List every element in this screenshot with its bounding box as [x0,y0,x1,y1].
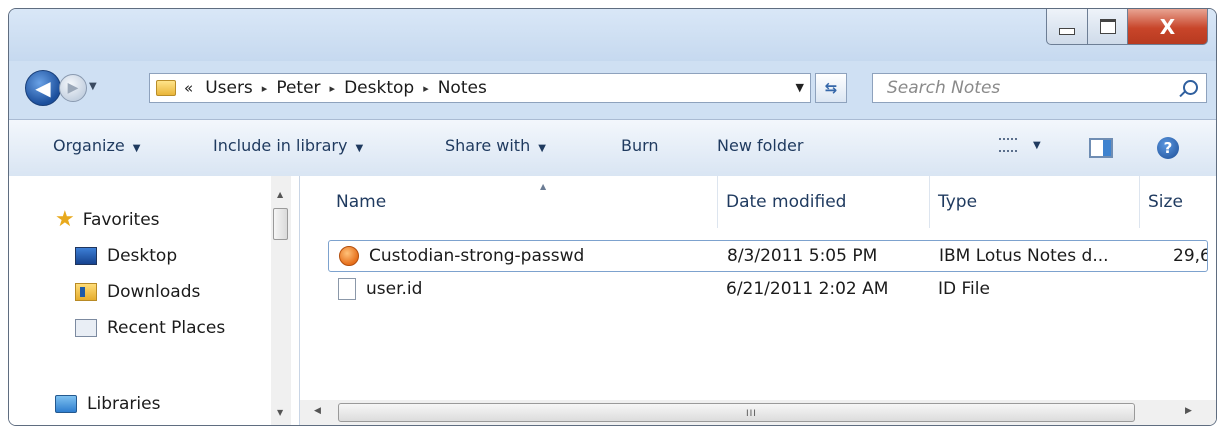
title-bar[interactable]: X [9,9,1216,61]
close-button[interactable]: X [1128,9,1208,45]
sidebar-item-label: Downloads [107,282,201,302]
navigation-bar: ◀ ▶ ▼ « Users ▸ Peter ▸ Desktop ▸ Notes … [9,67,1216,107]
help-icon[interactable]: ? [1157,137,1179,159]
generic-file-icon [338,278,356,300]
column-header-type[interactable]: Type [930,176,1140,228]
search-box[interactable] [872,73,1207,103]
file-size: 29,6 [1173,246,1207,266]
file-name-cell: user.id [338,274,718,304]
organize-label: Organize [53,136,125,155]
dropdown-caret-icon: ▼ [132,143,141,154]
back-button[interactable]: ◀ [25,70,61,106]
breadcrumb-notes[interactable]: Notes [438,78,487,98]
column-header-label: Type [938,192,978,212]
sidebar-item-recent-places[interactable]: Recent Places [75,318,225,338]
file-name: Custodian-strong-passwd [369,246,585,266]
scrollbar-thumb[interactable]: III [338,403,1135,422]
recent-places-icon [75,319,97,337]
sidebar-item-label: Desktop [107,246,178,266]
refresh-icon: ⇆ [824,79,838,97]
column-header-name[interactable]: Name ▲ [328,176,718,228]
refresh-button[interactable]: ⇆ [815,73,847,103]
close-icon: X [1159,14,1176,39]
libraries-icon [55,395,77,413]
command-bar: Organize ▼ Include in library ▼ Share with… [9,119,1216,177]
include-in-library-label: Include in library [213,136,348,155]
breadcrumb-separator-icon[interactable]: ▸ [262,82,268,95]
maximize-icon [1099,19,1116,34]
search-icon[interactable] [1183,80,1198,95]
sidebar-item-downloads[interactable]: Downloads [75,282,200,302]
forward-arrow-icon: ▶ [67,80,79,96]
sidebar-item-label: Libraries [87,394,161,414]
lotus-notes-database-icon [339,246,359,266]
share-with-button[interactable]: Share with ▼ [445,136,546,155]
file-date-modified: 8/3/2011 5:05 PM [727,246,878,266]
scroll-up-arrow-icon[interactable]: ▲ [277,190,283,199]
include-in-library-button[interactable]: Include in library ▼ [213,136,363,155]
new-folder-button[interactable]: New folder [717,136,803,155]
file-type: IBM Lotus Notes d... [939,246,1109,266]
organize-button[interactable]: Organize ▼ [53,136,140,155]
scroll-left-arrow-icon[interactable]: ◀ [314,406,321,416]
sidebar-item-libraries[interactable]: Libraries [55,394,160,414]
sidebar-item-label: Favorites [82,210,160,230]
forward-button[interactable]: ▶ [59,74,87,102]
scroll-right-arrow-icon[interactable]: ▶ [1185,406,1192,416]
navigation-pane: ★ Favorites Desktop Downloads Recent Pla… [9,176,300,425]
breadcrumb-separator-icon[interactable]: ▸ [330,82,336,95]
star-icon: ★ [55,207,75,232]
file-name: user.id [366,279,423,299]
sort-ascending-icon: ▲ [540,182,547,191]
share-with-label: Share with [445,136,531,155]
recent-pages-dropdown[interactable]: ▼ [89,81,97,92]
breadcrumb-peter[interactable]: Peter [276,78,320,98]
burn-button[interactable]: Burn [621,136,659,155]
window-controls: X [1046,9,1208,45]
breadcrumb-desktop[interactable]: Desktop [344,78,414,98]
sidebar-item-desktop[interactable]: Desktop [75,246,177,266]
maximize-button[interactable] [1088,9,1128,45]
scroll-down-arrow-icon[interactable]: ▼ [277,408,283,417]
file-size [1172,274,1206,304]
column-header-date-modified[interactable]: Date modified [718,176,930,228]
scrollbar-grip: III [746,409,757,419]
downloads-icon [75,283,97,301]
breadcrumb-users[interactable]: Users [205,78,253,98]
search-input[interactable] [885,77,1169,99]
file-type: ID File [938,279,990,299]
dropdown-caret-icon: ▼ [1033,139,1041,151]
minimize-icon [1059,28,1075,35]
column-header-size[interactable]: Size [1140,176,1216,228]
dropdown-caret-icon: ▼ [538,143,546,154]
file-list-pane: Name ▲ Date modified Type Size Custodian… [300,176,1216,425]
change-view-button[interactable]: ▼ [999,138,1041,152]
breadcrumb-separator-icon[interactable]: ▸ [423,82,429,95]
desktop-icon [75,247,97,265]
sidebar-item-label: Recent Places [107,318,226,338]
explorer-window: X ◀ ▶ ▼ « Users ▸ Peter ▸ Desktop ▸ Note… [8,8,1217,426]
column-header-label: Date modified [726,192,847,212]
minimize-button[interactable] [1046,9,1088,45]
file-row[interactable]: Custodian-strong-passwd 8/3/2011 5:05 PM… [328,240,1208,272]
horizontal-scrollbar[interactable]: ◀ III ▶ [300,400,1216,425]
column-header-label: Name [336,192,387,212]
dropdown-caret-icon: ▼ [355,143,364,154]
file-date-modified: 6/21/2011 2:02 AM [726,279,889,299]
navigation-pane-scrollbar[interactable]: ▲ ▼ [271,176,291,425]
content-area: ★ Favorites Desktop Downloads Recent Pla… [9,176,1216,425]
file-name-cell: Custodian-strong-passwd [339,241,719,271]
file-row[interactable]: user.id 6/21/2011 2:02 AM ID File [328,274,1208,306]
view-details-icon [999,138,1017,152]
scrollbar-thumb[interactable] [273,208,288,240]
back-arrow-icon: ◀ [35,76,51,100]
column-header-label: Size [1148,192,1183,212]
address-history-dropdown-icon[interactable]: ▼ [796,81,804,94]
sidebar-item-favorites[interactable]: ★ Favorites [55,207,160,232]
breadcrumb-overflow-chevron[interactable]: « [184,79,193,97]
preview-pane-icon[interactable] [1089,138,1113,158]
address-bar[interactable]: « Users ▸ Peter ▸ Desktop ▸ Notes ▼ [149,73,811,103]
folder-icon [156,80,176,96]
